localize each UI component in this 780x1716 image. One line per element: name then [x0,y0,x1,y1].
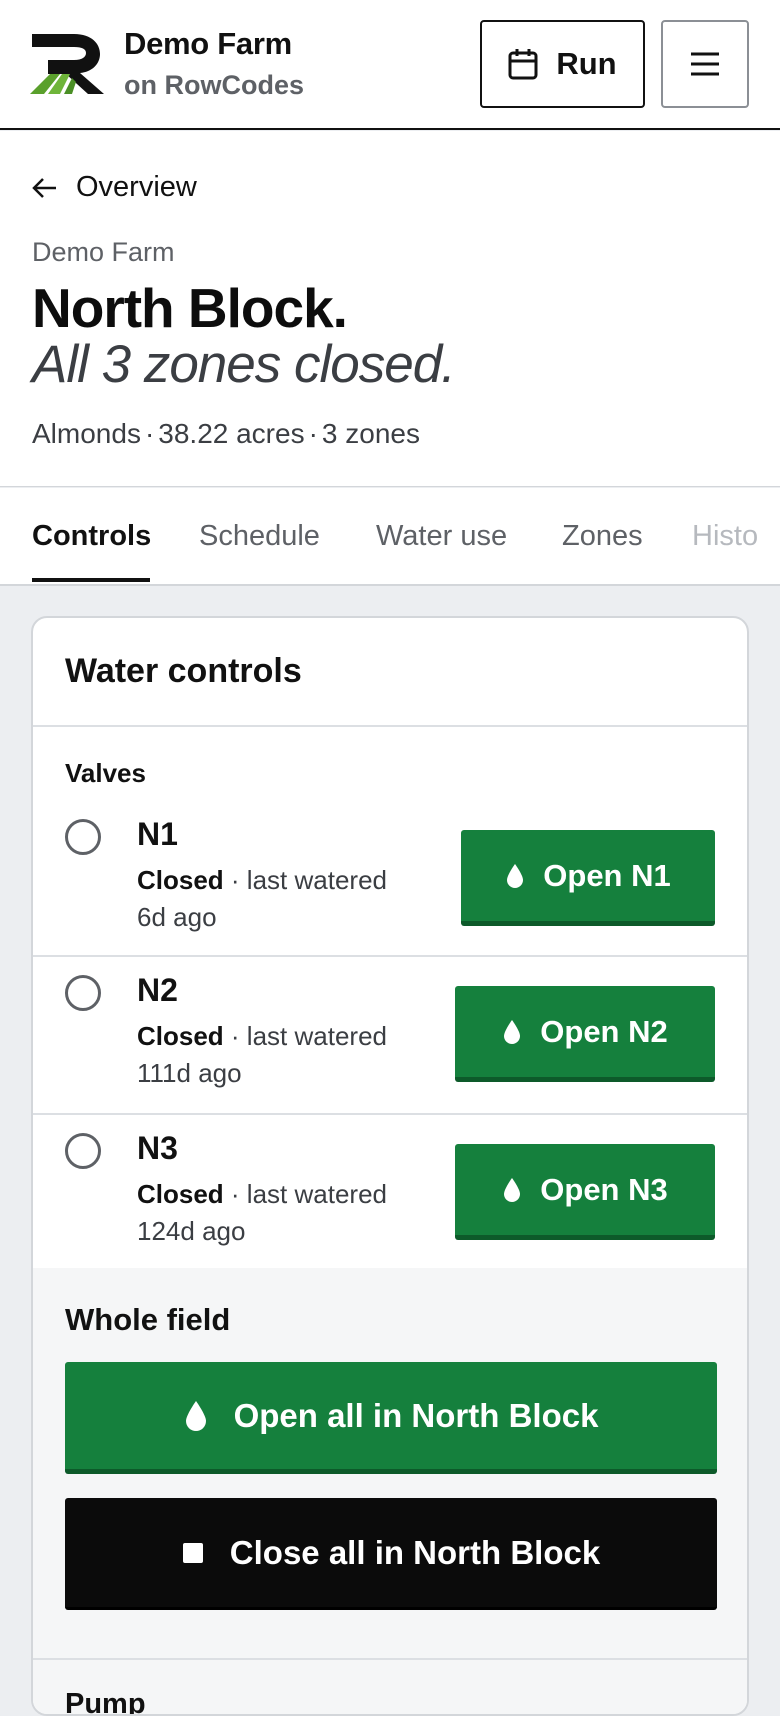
block-tabs: Controls Schedule Water use Zones Histo [0,488,780,586]
valves-label: Valves [65,758,146,788]
tab-schedule[interactable]: Schedule [199,520,320,553]
valve-status: Closed · last watered 6d ago [137,862,427,936]
valve-last-watered: 124d ago [137,1216,246,1246]
tab-water-use[interactable]: Water use [376,520,507,553]
valve-detail: · last watered [230,1179,387,1209]
water-drop-icon [504,1019,521,1044]
water-drop-icon [504,1177,521,1202]
valve-state: Closed [137,1021,224,1051]
open-valve-button[interactable]: Open N2 [455,986,715,1082]
run-button[interactable]: Run [480,20,645,108]
divider [33,955,747,957]
open-valve-button[interactable]: Open N3 [455,1144,715,1240]
divider [33,1113,747,1115]
valve-last-watered: 111d ago [137,1058,242,1088]
valve-status: Closed · last watered 124d ago [137,1176,427,1250]
whole-field-title: Whole field [65,1302,231,1337]
page-title: North Block. [32,277,348,339]
valve-status: Closed · last watered 111d ago [137,1018,427,1092]
water-drop-icon [185,1400,206,1431]
menu-button[interactable] [661,20,749,108]
open-all-button[interactable]: Open all in North Block [65,1362,717,1474]
block-meta: Almonds · 38.22 acres · 3 zones [32,418,420,450]
divider [33,725,747,727]
valve-name: N2 [137,972,178,1008]
valve-name: N3 [137,1130,178,1166]
block-hero: Overview Demo Farm North Block. All 3 zo… [0,131,780,487]
valve-last-watered: 6d ago [137,902,217,932]
valve-state: Closed [137,865,224,895]
arrow-left-icon [32,177,56,198]
valve-select-radio[interactable] [65,975,101,1011]
stop-square-icon [182,1542,203,1563]
back-to-overview-link[interactable]: Overview [32,171,197,204]
open-valve-label: Open N2 [540,1013,668,1049]
active-tab-indicator [32,578,150,582]
close-all-label: Close all in North Block [229,1533,601,1571]
open-valve-button[interactable]: Open N1 [461,830,715,926]
tab-controls[interactable]: Controls [32,520,151,553]
farm-name: Demo Farm [124,26,292,61]
water-controls-card: Water controls Valves N1 Closed · last w… [31,616,749,1716]
tab-history[interactable]: Histo [692,520,758,553]
water-drop-icon [507,863,524,888]
valve-select-radio[interactable] [65,819,101,855]
valve-select-radio[interactable] [65,1133,101,1169]
acreage: 38.22 acres [158,418,305,449]
run-label: Run [556,46,617,81]
valve-detail: · last watered [230,1021,387,1051]
valve-name: N1 [137,816,178,852]
valve-state: Closed [137,1179,224,1209]
back-link-label: Overview [76,171,197,203]
whole-field-section: Whole field Open all in North Block Clos… [33,1268,747,1716]
rowcodes-logo-icon[interactable] [30,30,106,96]
close-all-button[interactable]: Close all in North Block [65,1498,717,1610]
meta-separator: · [144,418,155,449]
hamburger-menu-icon [691,52,719,76]
meta-separator: · [308,418,318,449]
card-title: Water controls [65,652,302,690]
page-subtitle: All 3 zones closed. [32,335,456,394]
crop-type: Almonds [32,418,141,449]
tab-zones[interactable]: Zones [562,520,643,553]
open-valve-label: Open N3 [540,1171,668,1207]
open-valve-label: Open N1 [543,857,671,893]
valve-detail: · last watered [230,865,387,895]
pump-section-label: Pump [65,1688,146,1716]
zone-count: 3 zones [321,418,420,449]
open-all-label: Open all in North Block [233,1396,599,1434]
divider [33,1658,747,1660]
brand-subtitle: on RowCodes [124,70,304,100]
farm-breadcrumb: Demo Farm [32,237,175,267]
calendar-icon [508,49,538,80]
app-header: Demo Farm on RowCodes Run [0,0,780,130]
